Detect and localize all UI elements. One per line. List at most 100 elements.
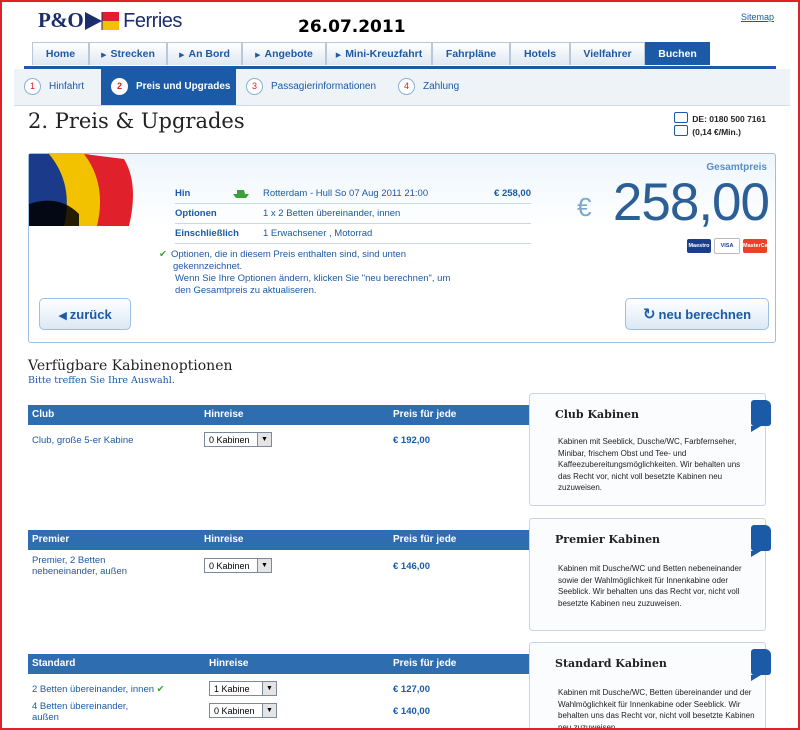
col-outbound: Hinreise: [209, 658, 249, 669]
cabin-quantity-select[interactable]: 0 Kabinen ▼: [204, 432, 272, 447]
sitemap-link[interactable]: Sitemap: [741, 12, 774, 22]
chevron-down-icon: ▼: [262, 682, 276, 695]
detail-key: Einschließlich: [175, 228, 239, 239]
contact-info: DE: 0180 500 7161 (0,14 €/Min.): [674, 112, 766, 138]
ribbon-icon: [751, 649, 771, 681]
info-text: Kabinen mit Seeblick, Dusche/WC, Farbfer…: [558, 437, 741, 492]
logo-text: P&O: [38, 8, 84, 32]
chevron-down-icon: ▼: [257, 433, 271, 446]
info-text: Kabinen mit Dusche/WC und Betten nebenei…: [558, 564, 742, 608]
nav-tab-label: An Bord: [188, 48, 230, 60]
recalc-note: ✔ Optionen, die in diesem Preis enthalten…: [159, 249, 459, 297]
cabin-quantity-select[interactable]: 0 Kabinen ▼: [204, 558, 272, 573]
info-title: Premier Kabinen: [555, 533, 661, 546]
col-outbound: Hinreise: [204, 534, 244, 545]
detail-price: € 258,00: [494, 188, 531, 199]
detail-value: 1 Erwachsener , Motorrad: [263, 228, 373, 239]
cabin-group-name: Standard: [32, 658, 76, 669]
nav-tab-label: Mini-Kreuzfahrt: [345, 48, 423, 60]
recalculate-button-label: neu berechnen: [658, 307, 752, 322]
recalculate-button[interactable]: ↻ neu berechnen: [625, 298, 769, 330]
select-value: 0 Kabinen: [214, 706, 255, 716]
maestro-card-icon: Maestro: [687, 239, 711, 253]
arrow-right-icon: ▶: [335, 52, 342, 59]
arrow-right-icon: ▶: [179, 52, 185, 59]
detail-key: Hin: [175, 188, 191, 199]
detail-row-includes: Einschließlich 1 Erwachsener , Motorrad: [175, 224, 531, 244]
nav-tab-label: Hotels: [523, 48, 557, 60]
step-passagierinformationen[interactable]: 3 Passagierinformationen: [246, 69, 396, 105]
nav-tab-buchen[interactable]: Buchen: [645, 42, 710, 65]
flag-banner-image: [29, 154, 133, 226]
info-box-premier: Premier Kabinen Kabinen mit Dusche/WC un…: [529, 518, 771, 631]
call-rate: (0,14 €/Min.): [692, 127, 741, 137]
cabin-price: € 140,00: [393, 706, 430, 717]
cabin-group-header: Premier Hinreise Preis für jede: [28, 530, 536, 550]
cabin-name: Club, große 5-er Kabine: [32, 435, 134, 446]
nav-tab-label: Home: [45, 48, 76, 60]
page-title: 2. Preis & Upgrades: [28, 109, 245, 133]
nav-tab-vielfahrer[interactable]: Vielfahrer: [570, 42, 645, 65]
step-label: Passagierinformationen: [271, 81, 377, 92]
nav-tab-strecken[interactable]: ▶ Strecken: [89, 42, 167, 65]
step-label: Zahlung: [423, 81, 460, 92]
total-price: 258,00: [612, 173, 770, 232]
nav-tab-label: Fahrpläne: [445, 48, 497, 60]
cabin-quantity-select[interactable]: 1 Kabine ▼: [209, 681, 277, 696]
col-price: Preis für jede: [393, 534, 457, 545]
visa-card-icon: VISA: [714, 238, 740, 254]
cabin-name-text: 2 Betten übereinander, innen: [32, 684, 155, 695]
cabin-price: € 146,00: [393, 561, 430, 572]
cabin-options-title: Verfügbare Kabinenoptionen: [28, 358, 233, 374]
cabin-group-name: Club: [32, 409, 55, 420]
col-price: Preis für jede: [393, 658, 457, 669]
col-price: Preis für jede: [393, 409, 457, 420]
step-preis-und-upgrades[interactable]: 2 Preis und Upgrades: [101, 69, 236, 105]
step-label: Hinfahrt: [49, 81, 85, 92]
select-value: 0 Kabinen: [209, 435, 250, 445]
info-title: Standard Kabinen: [555, 657, 667, 670]
cabin-name: Premier, 2 Betten nebeneinander, außen: [32, 555, 128, 577]
arrow-right-icon: ▶: [255, 52, 261, 59]
cabin-quantity-select[interactable]: 0 Kabinen ▼: [209, 703, 277, 718]
nav-tab-mini-kreuzfahrt[interactable]: ▶ Mini-Kreuzfahrt: [326, 42, 432, 65]
nav-tab-home[interactable]: Home: [32, 42, 89, 65]
nav-tab-an-bord[interactable]: ▶ An Bord: [167, 42, 242, 65]
cabin-group-standard: Standard Hinreise Preis für jede 2 Bette…: [28, 654, 536, 728]
currency-symbol: €: [577, 192, 592, 222]
mastercard-icon: MasterCard: [743, 239, 773, 253]
nav-tab-label: Angebote: [264, 48, 313, 60]
select-value: 1 Kabine: [214, 684, 250, 694]
nav-tab-fahrplaene[interactable]: Fahrpläne: [432, 42, 510, 65]
cabin-group-name: Premier: [32, 534, 70, 545]
arrow-right-icon: ▶: [101, 52, 107, 59]
flag-logo-icon: [85, 12, 120, 30]
note-line-2: Wenn Sie Ihre Optionen ändern, klicken S…: [175, 273, 451, 296]
nav-tab-label: Buchen: [658, 48, 697, 60]
logo-suffix: Ferries: [123, 10, 182, 32]
cabin-name: 4 Betten übereinander, außen: [32, 701, 129, 723]
nav-tab-angebote[interactable]: ▶ Angebote: [242, 42, 326, 65]
nav-tab-label: Vielfahrer: [583, 48, 632, 60]
step-number: 4: [398, 77, 415, 95]
cabin-group-club: Club Hinreise Preis für jede Club, große…: [28, 405, 536, 495]
back-button-label: zurück: [69, 307, 112, 322]
chevron-down-icon: ▼: [257, 559, 271, 572]
nav-tab-hotels[interactable]: Hotels: [510, 42, 570, 65]
step-zahlung[interactable]: 4 Zahlung: [398, 69, 488, 105]
info-text: Kabinen mit Dusche/WC, Betten übereinand…: [558, 688, 755, 730]
step-number: 1: [24, 77, 41, 95]
po-ferries-logo[interactable]: P&O Ferries: [38, 8, 182, 33]
select-value: 0 Kabinen: [209, 561, 250, 571]
date-stamp: 26.07.2011: [298, 17, 406, 37]
cabin-name: 2 Betten übereinander, innen ✔: [32, 684, 165, 695]
booking-steps: 1 Hinfahrt 2 Preis und Upgrades 3 Passagier…: [14, 69, 790, 106]
step-hinfahrt[interactable]: 1 Hinfahrt: [24, 69, 110, 105]
price-summary-box: Hin Rotterdam - Hull So 07 Aug 2011 21:0…: [28, 153, 776, 343]
col-outbound: Hinreise: [204, 409, 244, 420]
back-button[interactable]: ◀ zurück: [39, 298, 131, 330]
check-icon: ✔: [156, 684, 165, 695]
detail-key: Optionen: [175, 208, 217, 219]
step-number: 3: [246, 77, 263, 95]
cabin-group-header: Club Hinreise Preis für jede: [28, 405, 536, 425]
